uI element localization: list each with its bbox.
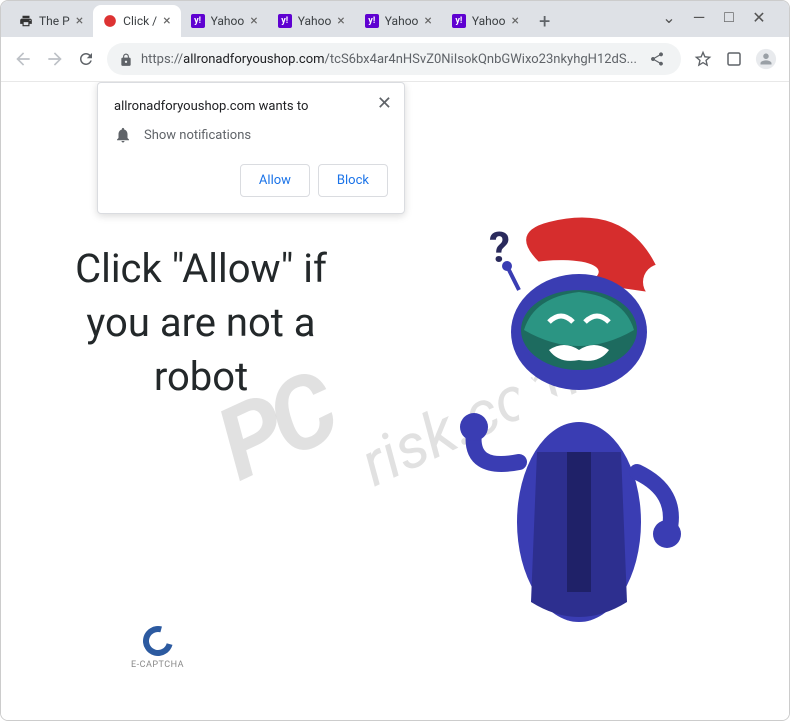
robot-santa-illustration: ?: [449, 202, 729, 642]
tab-close-icon[interactable]: ×: [337, 13, 344, 29]
yahoo-favicon-icon: y!: [452, 14, 466, 28]
tab-yahoo-2[interactable]: y! Yahoo ×: [268, 5, 355, 37]
click-allow-text: Click "Allow" if you are not a robot: [61, 242, 341, 404]
yahoo-favicon-icon: y!: [365, 14, 379, 28]
tab-close-icon[interactable]: ×: [424, 13, 431, 29]
tab-title: Click /: [123, 14, 157, 28]
new-tab-button[interactable]: +: [529, 5, 560, 37]
window-maximize-icon[interactable]: □: [722, 10, 736, 24]
extensions-icon[interactable]: [725, 47, 743, 71]
share-icon[interactable]: [645, 47, 669, 71]
toolbar: https://allronadforyoushop.com/tcS6bx4ar…: [1, 37, 789, 82]
bell-icon: [114, 126, 132, 144]
lock-icon: [119, 52, 133, 66]
tab-title: Yahoo: [211, 14, 245, 28]
yahoo-favicon-icon: y!: [278, 14, 292, 28]
tab-the-p[interactable]: The P ×: [9, 5, 93, 37]
tab-close-icon[interactable]: ×: [250, 13, 257, 29]
popup-origin-text: allronadforyoushop.com wants to: [114, 99, 388, 114]
tab-bar: ⌄ — □ ✕ The P × Click / × y! Yahoo × y! …: [1, 1, 789, 37]
main-instruction: Click "Allow" if you are not a robot: [61, 242, 341, 404]
window-minimize-icon[interactable]: —: [692, 10, 706, 24]
tab-title: Yahoo: [385, 14, 419, 28]
captcha-badge: E-CAPTCHA: [131, 626, 184, 670]
reload-button[interactable]: [77, 47, 95, 71]
profile-avatar-icon[interactable]: [755, 47, 777, 71]
window-dropdown-icon[interactable]: ⌄: [662, 10, 676, 24]
tab-title: Yahoo: [298, 14, 332, 28]
printer-icon: [19, 14, 33, 28]
tab-title: The P: [39, 14, 70, 28]
page-content: PC risk.com ✕ allronadforyoushop.com wan…: [1, 82, 789, 720]
popup-close-icon[interactable]: ✕: [377, 95, 392, 113]
popup-message: Show notifications: [144, 128, 251, 143]
tab-close-icon[interactable]: ×: [511, 13, 518, 29]
tab-title: Yahoo: [472, 14, 506, 28]
tab-yahoo-1[interactable]: y! Yahoo ×: [181, 5, 268, 37]
tab-click-allow[interactable]: Click / ×: [93, 5, 180, 37]
yahoo-favicon-icon: y!: [191, 14, 205, 28]
tab-close-icon[interactable]: ×: [163, 13, 170, 29]
tab-yahoo-3[interactable]: y! Yahoo ×: [355, 5, 442, 37]
captcha-label: E-CAPTCHA: [131, 660, 184, 670]
back-button[interactable]: [13, 47, 33, 71]
url-text: https://allronadforyoushop.com/tcS6bx4ar…: [141, 52, 637, 67]
block-button[interactable]: Block: [318, 164, 388, 197]
tab-yahoo-4[interactable]: y! Yahoo ×: [442, 5, 529, 37]
star-bookmark-icon[interactable]: [693, 47, 713, 71]
window-close-icon[interactable]: ✕: [752, 10, 766, 24]
notification-permission-popup: ✕ allronadforyoushop.com wants to Show n…: [97, 82, 405, 214]
allow-button[interactable]: Allow: [240, 164, 310, 197]
captcha-logo-icon: [137, 621, 178, 662]
tab-close-icon[interactable]: ×: [76, 13, 83, 29]
robot-favicon-icon: [103, 14, 117, 28]
forward-button[interactable]: [45, 47, 65, 71]
address-bar[interactable]: https://allronadforyoushop.com/tcS6bx4ar…: [107, 43, 681, 75]
